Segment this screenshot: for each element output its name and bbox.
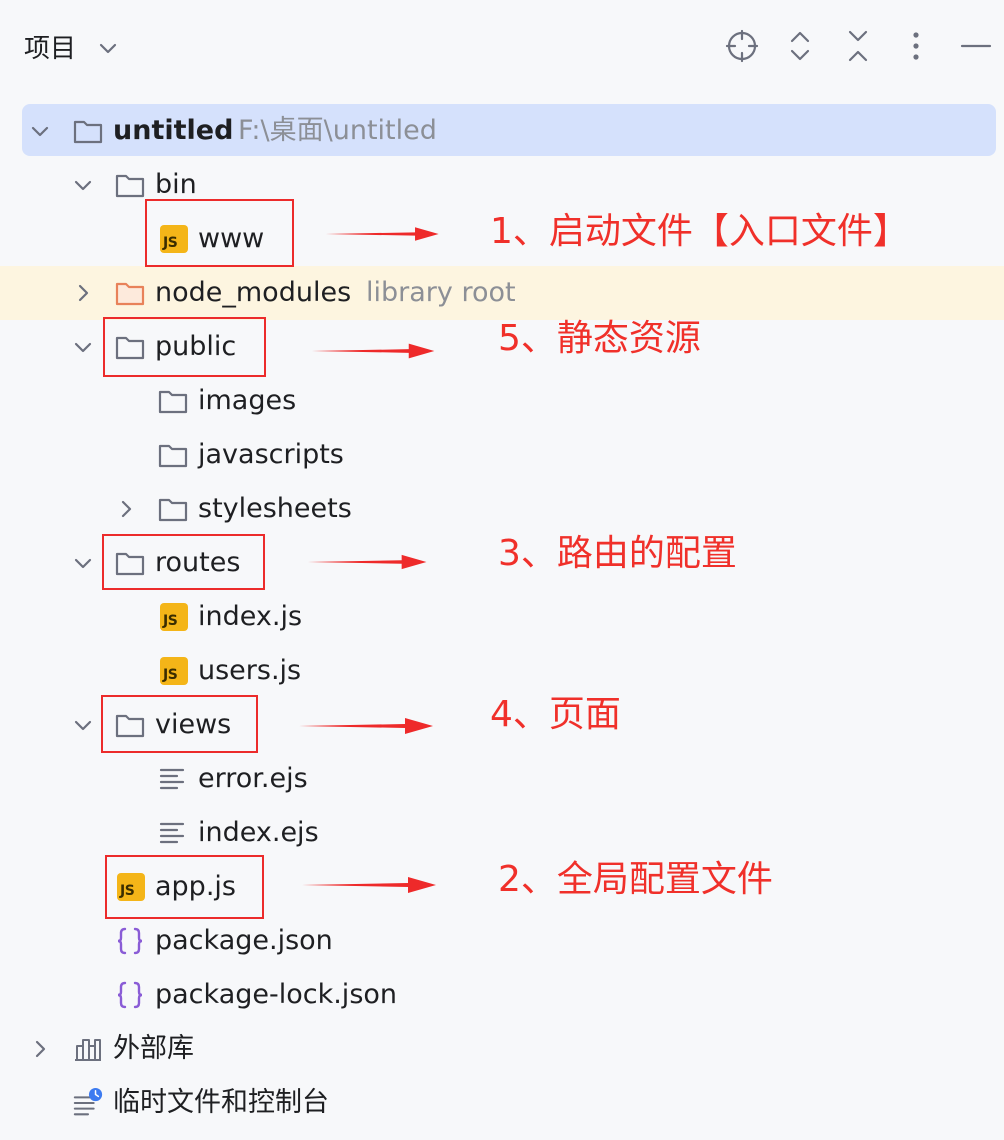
chevron-right-icon[interactable]	[114, 497, 138, 521]
annotation-box-views	[101, 695, 258, 753]
tree-row-package-json[interactable]: package.json	[0, 914, 1004, 968]
annotation-arrow-views	[296, 714, 438, 738]
tree-row-stylesheets[interactable]: stylesheets	[0, 482, 1004, 536]
js-file-icon: JS	[158, 601, 190, 633]
hide-icon[interactable]	[958, 28, 994, 64]
folder-name-images: images	[198, 385, 297, 416]
annotation-arrow-public	[310, 339, 438, 363]
folder-icon	[157, 385, 189, 417]
tree-row-node-modules[interactable]: node_modules library root	[0, 266, 1004, 320]
folder-icon	[72, 115, 104, 147]
annotation-arrow-www	[324, 222, 442, 246]
json-file-icon	[114, 925, 146, 957]
locate-icon[interactable]	[724, 28, 760, 64]
text-file-icon	[157, 763, 189, 795]
file-name-package-json: package.json	[155, 925, 333, 956]
file-name-index-ejs: index.ejs	[198, 817, 319, 848]
file-name-error-ejs: error.ejs	[198, 763, 308, 794]
tree-row-error-ejs[interactable]: error.ejs	[0, 752, 1004, 806]
tree-row-root[interactable]: untitled F:\桌面\untitled	[0, 104, 1004, 158]
chevron-down-icon[interactable]	[71, 713, 95, 737]
root-folder-name: untitled	[113, 115, 234, 146]
file-name-package-lock-json: package-lock.json	[155, 979, 398, 1010]
tree-row-package-lock-json[interactable]: package-lock.json	[0, 968, 1004, 1022]
panel-title[interactable]: 项目	[24, 28, 76, 65]
chevron-right-icon[interactable]	[28, 1037, 52, 1061]
scratches-icon	[73, 1087, 103, 1116]
folder-icon	[157, 493, 189, 525]
annotation-text-app: 2、全局配置文件	[498, 859, 773, 900]
annotation-box-routes	[102, 534, 265, 590]
json-file-icon	[114, 979, 146, 1011]
folder-name-stylesheets: stylesheets	[198, 493, 352, 524]
tree-row-index-ejs[interactable]: index.ejs	[0, 806, 1004, 860]
tree-row-images[interactable]: images	[0, 374, 1004, 428]
annotation-text-views: 4、页面	[490, 694, 621, 735]
chevron-down-icon[interactable]	[71, 335, 95, 359]
tree-row-scratches[interactable]: 临时文件和控制台	[0, 1076, 1004, 1130]
expand-all-icon[interactable]	[782, 28, 818, 64]
file-name-users-js: users.js	[198, 655, 302, 686]
folder-name-node-modules: node_modules	[155, 277, 352, 308]
collapse-all-icon[interactable]	[840, 28, 876, 64]
library-icon	[75, 1039, 101, 1061]
annotation-arrow-app	[300, 873, 440, 897]
annotation-arrow-routes	[306, 550, 430, 574]
text-file-icon	[157, 817, 189, 849]
tree-row-users-js[interactable]: JS users.js	[0, 644, 1004, 698]
chevron-down-icon[interactable]	[71, 173, 95, 197]
annotation-text-www: 1、启动文件【入口文件】	[490, 211, 909, 252]
chevron-down-icon[interactable]	[28, 119, 52, 143]
tree-row-javascripts[interactable]: javascripts	[0, 428, 1004, 482]
library-root-hint: library root	[366, 277, 516, 308]
folder-name-javascripts: javascripts	[198, 439, 344, 470]
file-name-index-js: index.js	[198, 601, 303, 632]
tree-row-external-libraries[interactable]: 外部库	[0, 1022, 1004, 1076]
annotation-box-www	[145, 199, 294, 267]
folder-name-bin: bin	[155, 169, 197, 200]
library-folder-icon	[114, 277, 146, 309]
chevron-right-icon[interactable]	[71, 281, 95, 305]
chevron-down-icon[interactable]	[96, 36, 120, 60]
chevron-down-icon[interactable]	[71, 551, 95, 575]
more-vertical-icon[interactable]	[898, 28, 934, 64]
folder-icon	[114, 169, 146, 201]
folder-icon	[157, 439, 189, 471]
js-file-icon: JS	[158, 655, 190, 687]
project-panel-header: 项目	[0, 0, 1004, 96]
tree-row-index-js[interactable]: JS index.js	[0, 590, 1004, 644]
scratches-label: 临时文件和控制台	[113, 1087, 329, 1118]
root-folder-path: F:\桌面\untitled	[238, 115, 437, 146]
annotation-box-app	[105, 855, 264, 919]
annotation-text-routes: 3、路由的配置	[498, 533, 737, 574]
annotation-box-public	[103, 317, 266, 377]
annotation-text-public: 5、静态资源	[498, 318, 701, 359]
external-libraries-label: 外部库	[113, 1033, 194, 1064]
